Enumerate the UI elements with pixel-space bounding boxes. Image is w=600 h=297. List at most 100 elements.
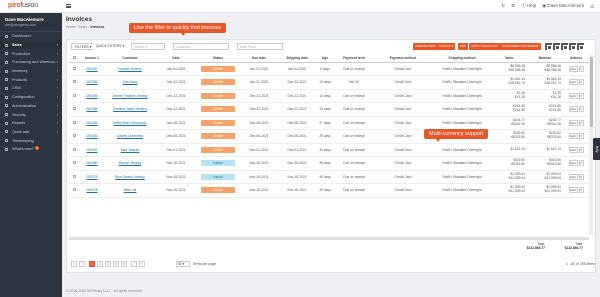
inv-cell[interactable]: 000378 <box>79 183 105 198</box>
actions-dropdown-button[interactable]: ▾ <box>578 160 584 167</box>
inv-cell[interactable]: 000386 <box>79 75 105 90</box>
print-icon[interactable] <box>553 43 560 50</box>
page-4-button[interactable]: 4 <box>113 261 119 267</box>
menu-toggle-icon[interactable] <box>66 4 71 8</box>
row-checkbox[interactable] <box>69 143 79 157</box>
export-icon[interactable] <box>561 43 568 50</box>
cust-cell[interactable]: Bala Jewelry <box>105 143 155 157</box>
page-2-button[interactable]: 2 <box>97 261 103 267</box>
sidebar-item-9[interactable]: Security › <box>0 110 62 119</box>
row-checkbox[interactable] <box>69 89 79 103</box>
help-tab[interactable]: Help <box>593 138 600 160</box>
column-header[interactable]: Value <box>491 55 527 63</box>
first-page-button[interactable]: « <box>71 261 77 267</box>
table-row[interactable]: 000380 Rachel Jewelry Nov-26-2021 Issued Nov… <box>69 156 589 171</box>
user-menu[interactable]: ◉ Dave MacAlemore <box>542 3 584 9</box>
actions-dropdown-button[interactable]: ▾ <box>578 92 584 99</box>
horizontal-scrollbar[interactable] <box>69 237 589 240</box>
last-page-button[interactable]: » <box>139 261 145 267</box>
column-header[interactable]: Shipping date <box>279 55 315 63</box>
table-row[interactable]: 000381 Bala Jewelry Dec-01-2021 Create Dec-0… <box>69 143 589 157</box>
page-1-button[interactable]: 1 <box>89 261 95 267</box>
table-row[interactable]: 000378 Bela Lok Nov-16-2021 Create Nov-16-20… <box>69 183 589 198</box>
row-checkbox[interactable] <box>69 75 79 90</box>
row-checkbox[interactable] <box>69 129 79 144</box>
edit-button[interactable]: Edit <box>568 160 578 167</box>
column-header[interactable]: Due date <box>239 55 279 63</box>
columns-icon[interactable] <box>569 43 576 50</box>
page-5-button[interactable]: 5 <box>121 261 127 267</box>
customer-input[interactable]: Customer <box>173 43 229 50</box>
filters-button[interactable]: FILTERS ▾ <box>71 43 96 50</box>
sidebar-item-1[interactable]: Sales › <box>0 40 62 50</box>
row-checkbox[interactable] <box>69 156 79 171</box>
column-header[interactable]: Actions <box>563 55 589 63</box>
cust-cell[interactable]: Zoio Easy <box>105 75 155 90</box>
cust-cell[interactable]: Zeuner Franklin Jewelry <box>105 89 155 103</box>
cust-cell[interactable]: Zeeama Jones Jewelry <box>105 102 155 117</box>
sidebar-item-5[interactable]: Products › <box>0 75 62 84</box>
column-header[interactable]: Date <box>155 55 197 63</box>
cust-cell[interactable]: Adams Diamonds <box>105 129 155 144</box>
cust-cell[interactable]: Kavado Jewelry <box>105 62 155 76</box>
help-link[interactable]: ⓘ Help <box>521 3 536 9</box>
inv-cell[interactable]: 000385 <box>79 89 105 103</box>
sidebar-item-0[interactable]: Dashboard <box>0 32 62 41</box>
customer-statement-button[interactable]: CUSTOMER STATEMENT <box>500 43 541 50</box>
sidebar-item-6[interactable]: CRM › <box>0 84 62 93</box>
sidebar-item-4[interactable]: Inventory › <box>0 67 62 76</box>
cust-cell[interactable]: Blue Swans Jewelry <box>105 170 155 184</box>
page-3-button[interactable]: 3 <box>105 261 111 267</box>
table-row[interactable]: 000387 Kavado Jewelry Jan-04-2022 Create Jan… <box>69 62 589 76</box>
layout-icon[interactable] <box>577 43 584 50</box>
column-header[interactable]: Age <box>315 55 335 63</box>
breadcrumb-home[interactable]: Home <box>66 25 75 29</box>
row-checkbox[interactable] <box>69 170 79 184</box>
column-header[interactable]: Customer <box>105 55 155 63</box>
cust-cell[interactable]: Bela Lok <box>105 183 155 198</box>
table-row[interactable]: 000386 Zoio Easy Dec-22-2021 Create Jan-21-2… <box>69 75 589 90</box>
inv-cell[interactable]: 000382 <box>79 129 105 144</box>
breadcrumb-sales[interactable]: Sales <box>78 25 87 29</box>
actions-dropdown-button[interactable]: ▾ <box>578 133 584 140</box>
refresh-icon[interactable]: ↻ <box>501 3 505 9</box>
row-checkbox[interactable] <box>69 102 79 117</box>
inv-cell[interactable]: 000379 <box>79 170 105 184</box>
edit-button[interactable]: Edit <box>568 65 578 72</box>
actions-dropdown-button[interactable]: ▾ <box>578 119 584 126</box>
edit-button[interactable]: Edit <box>568 106 578 113</box>
cust-cell[interactable]: Rachel Jewelry <box>105 156 155 171</box>
status-button[interactable]: STATUS ▾ <box>437 43 456 50</box>
actions-dropdown-button[interactable]: ▾ <box>578 187 584 194</box>
column-header[interactable]: Payment term <box>335 55 373 63</box>
edit-button[interactable]: Edit <box>568 133 578 140</box>
items-per-page-select[interactable]: 50 ▾ <box>176 261 190 267</box>
date-from-input[interactable]: Date From <box>237 43 283 50</box>
cust-cell[interactable]: Willie Mae's Diamonds <box>105 116 155 130</box>
inv-cell[interactable]: 000384 <box>79 102 105 117</box>
sidebar-item-2[interactable]: Production › <box>0 49 62 58</box>
email-icon[interactable] <box>545 43 552 50</box>
table-row[interactable]: 000384 Zeeama Jones Jewelry Dec-22-2021 Cre… <box>69 102 589 117</box>
table-row[interactable]: 000382 Adams Diamonds Dec-06-2021 Create Dec… <box>69 129 589 144</box>
row-checkbox[interactable] <box>69 183 79 198</box>
actions-dropdown-button[interactable]: ▾ <box>578 146 584 153</box>
pdf-button[interactable]: PDF <box>458 43 469 50</box>
table-row[interactable]: 000383 Willie Mae's Diamonds Dec-08-2021 Cr… <box>69 116 589 130</box>
actions-dropdown-button[interactable]: ▾ <box>578 65 584 72</box>
edit-button[interactable]: Edit <box>568 173 578 180</box>
create-new-button[interactable]: CREATE NEW <box>413 43 438 50</box>
row-checkbox[interactable] <box>69 62 79 76</box>
inv-cell[interactable]: 000380 <box>79 156 105 171</box>
column-header[interactable]: Invoice # <box>79 55 105 63</box>
actions-dropdown-button[interactable]: ▾ <box>578 106 584 113</box>
invoice-number-input[interactable]: Invoice # <box>131 43 165 50</box>
inv-cell[interactable]: 000383 <box>79 116 105 130</box>
actions-dropdown-button[interactable]: ▾ <box>578 173 584 180</box>
row-checkbox[interactable] <box>69 116 79 130</box>
column-header[interactable]: Status <box>197 55 239 63</box>
actions-dropdown-button[interactable]: ▾ <box>578 79 584 86</box>
column-header[interactable]: Payment method <box>373 55 433 63</box>
logo[interactable]: pirofusion <box>8 2 38 9</box>
sidebar-item-11[interactable]: Quick add › <box>0 128 62 137</box>
